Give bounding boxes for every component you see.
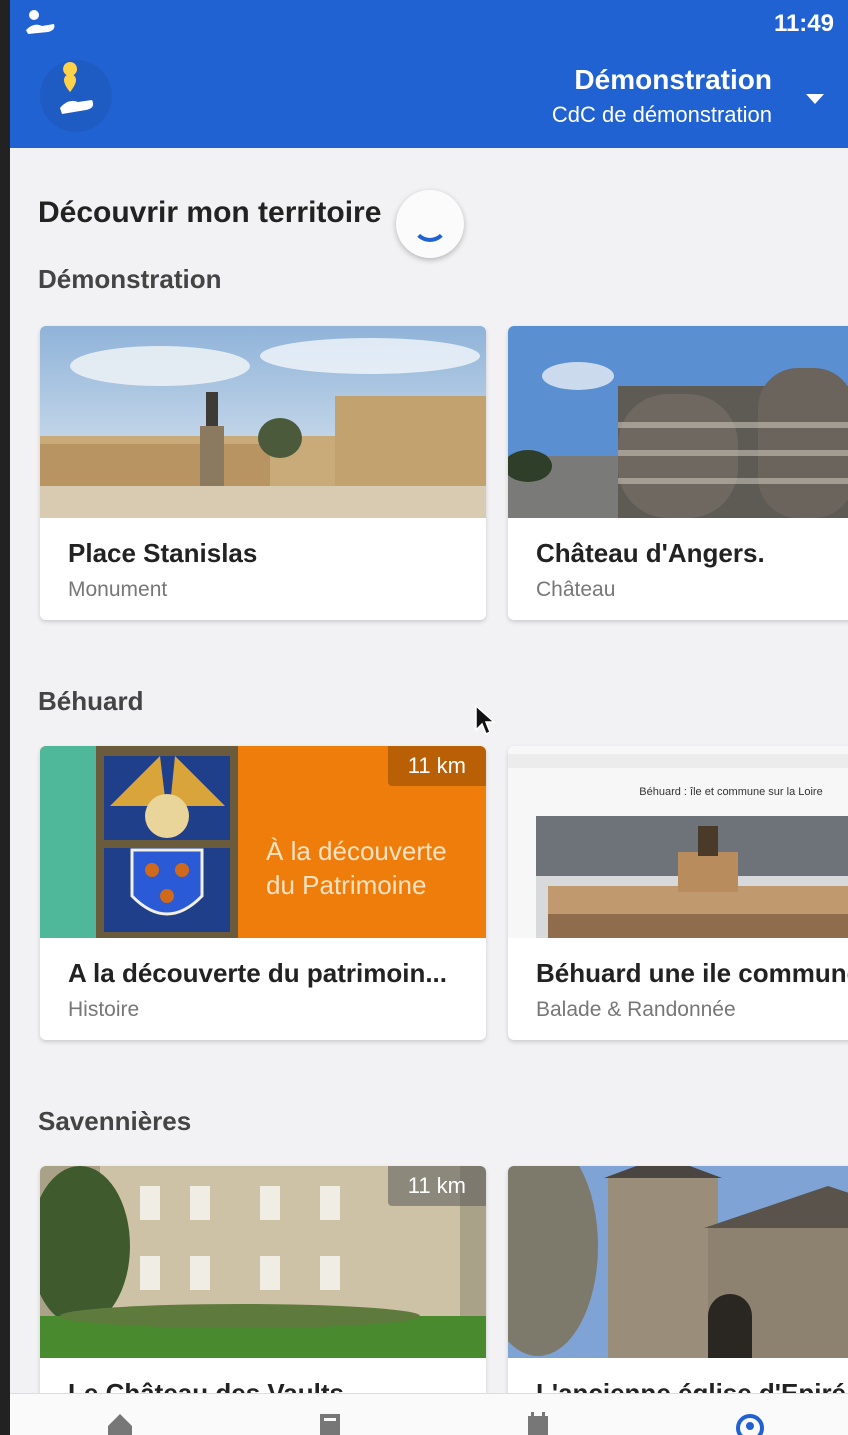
card-image xyxy=(40,326,486,518)
card-image xyxy=(508,326,848,518)
card-image-caption: Béhuard : île et commune sur la Loire xyxy=(639,786,823,798)
card-image-caption: À la découverte du Patrimoine xyxy=(266,834,447,902)
mouse-cursor-icon xyxy=(475,704,496,736)
card-place-stanislas[interactable]: Place Stanislas Monument xyxy=(40,326,486,620)
card-category: Histoire xyxy=(68,998,140,1021)
status-bar: 11:49 xyxy=(10,0,848,46)
app-notification-icon xyxy=(26,10,55,34)
card-category: Balade & Randonnée xyxy=(536,998,736,1021)
card-image: Béhuard : île et commune sur la Loire xyxy=(508,746,848,938)
status-time: 11:49 xyxy=(773,10,834,37)
page-title: Découvrir mon territoire xyxy=(38,196,382,229)
card-image-caption-line1: À la découverte xyxy=(266,836,447,866)
card-image-caption-line2: du Patrimoine xyxy=(266,870,427,900)
card-decouverte-patrimoine[interactable]: 11 km À la découverte du Patrimoine A la… xyxy=(40,746,486,1040)
distance-badge: 11 km xyxy=(387,746,486,786)
profile-icon[interactable] xyxy=(730,1408,770,1435)
calendar-icon[interactable] xyxy=(518,1408,558,1435)
app-logo[interactable] xyxy=(40,60,112,132)
distance-badge: 11 km xyxy=(387,1166,486,1206)
section-title-behuard: Béhuard xyxy=(38,686,144,716)
card-category: Monument xyxy=(68,578,168,601)
news-icon[interactable] xyxy=(310,1408,350,1435)
commune-title: Démonstration xyxy=(574,64,772,95)
card-title: Château d'Angers. xyxy=(536,538,765,568)
card-title: L'ancienne église d'Epiré xyxy=(536,1378,847,1393)
home-icon[interactable] xyxy=(100,1408,140,1435)
card-behuard-ile[interactable]: Béhuard : île et commune sur la Loire Bé… xyxy=(508,746,848,1040)
loading-spinner xyxy=(396,190,464,258)
card-chateau-vaults[interactable]: 11 km Le Château des Vaults xyxy=(40,1166,486,1393)
spinner-arc xyxy=(412,206,448,242)
section-title-savennieres: Savennières xyxy=(38,1106,192,1136)
caret-down-icon[interactable] xyxy=(798,82,832,112)
card-category: Château xyxy=(536,578,616,601)
card-chateau-angers[interactable]: Château d'Angers. Château xyxy=(508,326,848,620)
card-title: Le Château des Vaults xyxy=(68,1378,344,1393)
card-title: A la découverte du patrimoin... xyxy=(68,958,447,988)
bottom-navigation xyxy=(10,1393,848,1435)
card-image xyxy=(508,1166,848,1358)
map-pin-hand-icon xyxy=(60,62,94,114)
app-screen: 11:49 Démonstration CdC de démonstration… xyxy=(10,0,848,1435)
section-title-demonstration: Démonstration xyxy=(38,264,222,294)
card-title: Béhuard une ile commune sur la Loire xyxy=(536,958,848,988)
commune-subtitle: CdC de démonstration xyxy=(551,102,772,127)
main-content[interactable]: Découvrir mon territoire Démonstration P… xyxy=(10,148,848,1393)
card-title: Place Stanislas xyxy=(68,538,258,568)
card-eglise-epire[interactable]: L'ancienne église d'Epiré xyxy=(508,1166,848,1393)
app-bar: Démonstration CdC de démonstration xyxy=(10,46,848,148)
